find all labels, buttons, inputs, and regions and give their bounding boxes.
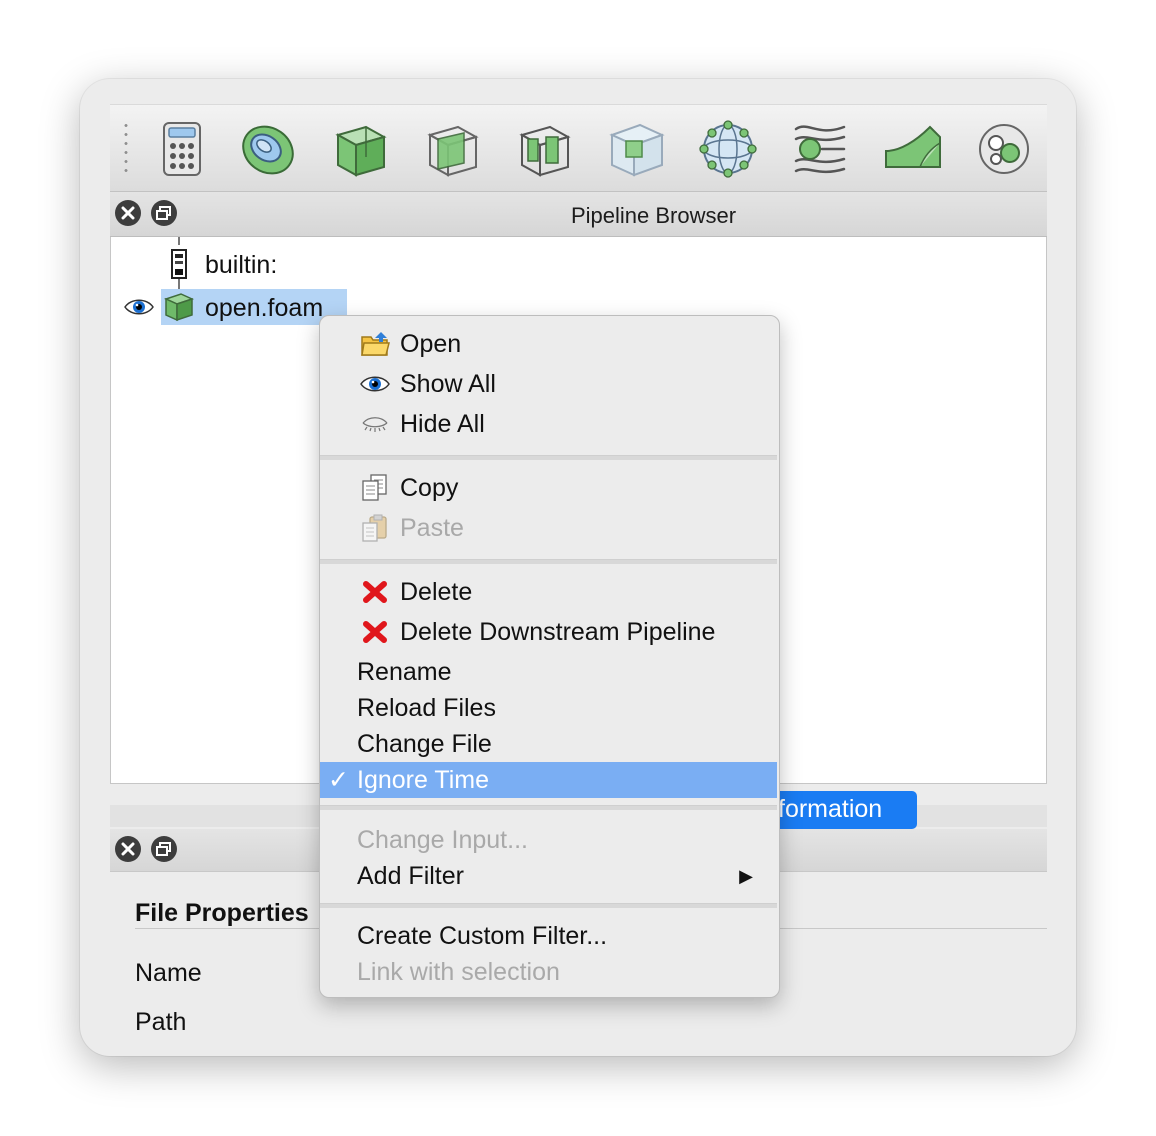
group-datasets-icon[interactable]	[972, 117, 1036, 181]
delete-icon	[363, 581, 387, 603]
filters-toolbar	[110, 104, 1047, 193]
contour-icon[interactable]	[236, 117, 300, 181]
eye-icon	[360, 376, 390, 392]
calculator-icon[interactable]	[150, 117, 214, 181]
menu-item-change-input[interactable]: Change Input...	[320, 822, 777, 858]
threshold-icon[interactable]	[512, 117, 576, 181]
server-icon	[171, 249, 187, 279]
menu-item-ignore-time[interactable]: ✓ Ignore Time	[320, 762, 777, 798]
copy-icon	[362, 474, 387, 501]
green-cube-icon	[163, 293, 195, 322]
tree-item-builtin[interactable]: builtin:	[205, 251, 277, 280]
menu-item-add-filter[interactable]: Add Filter ▶	[320, 858, 777, 894]
glyph-icon[interactable]	[696, 117, 760, 181]
warp-icon[interactable]	[880, 117, 944, 181]
menu-item-open[interactable]: Open	[320, 326, 777, 362]
file-properties-heading: File Properties	[135, 899, 309, 927]
eye-closed-icon	[362, 417, 388, 432]
close-icon	[121, 842, 135, 856]
stream-tracer-icon[interactable]	[788, 117, 852, 181]
menu-item-reload-files[interactable]: Reload Files	[320, 690, 777, 726]
context-menu: Open Show All Hide All Copy Paste Delete…	[319, 315, 780, 998]
menu-item-show-all[interactable]: Show All	[320, 366, 777, 402]
menu-separator	[320, 559, 777, 564]
menu-item-change-file[interactable]: Change File	[320, 726, 777, 762]
tab-information[interactable]: formation	[770, 791, 917, 829]
restore-icon	[156, 842, 171, 856]
close-panel-button[interactable]	[115, 836, 141, 862]
tree-line	[178, 279, 180, 289]
tree-item-open-foam[interactable]: open.foam	[205, 294, 323, 323]
property-name-label: Name	[135, 959, 202, 987]
folder-open-icon	[361, 332, 390, 356]
paste-icon	[362, 514, 387, 542]
tree-line	[178, 237, 180, 245]
menu-item-delete-downstream[interactable]: Delete Downstream Pipeline	[320, 614, 777, 650]
submenu-arrow-icon: ▶	[739, 866, 753, 886]
menu-item-rename[interactable]: Rename	[320, 654, 777, 690]
eye-icon[interactable]	[123, 296, 155, 318]
property-path-label: Path	[135, 1008, 187, 1036]
slice-icon[interactable]	[420, 117, 484, 181]
menu-separator	[320, 805, 777, 810]
menu-item-link-with-selection[interactable]: Link with selection	[320, 954, 777, 990]
menu-item-hide-all[interactable]: Hide All	[320, 406, 777, 442]
toolbar-grip-handle[interactable]	[124, 121, 128, 177]
menu-separator	[320, 903, 777, 908]
float-panel-button[interactable]	[151, 836, 177, 862]
delete-icon	[363, 621, 387, 643]
menu-item-paste[interactable]: Paste	[320, 510, 777, 546]
checkmark-icon: ✓	[328, 766, 349, 794]
menu-separator	[320, 455, 777, 460]
menu-item-copy[interactable]: Copy	[320, 470, 777, 506]
menu-item-delete[interactable]: Delete	[320, 574, 777, 610]
clip-icon[interactable]	[328, 117, 392, 181]
pipeline-browser-titlebar: Pipeline Browser	[110, 192, 1047, 237]
menu-item-create-custom-filter[interactable]: Create Custom Filter...	[320, 918, 777, 954]
pipeline-browser-title: Pipeline Browser	[570, 203, 737, 228]
extract-subset-icon[interactable]	[604, 117, 668, 181]
